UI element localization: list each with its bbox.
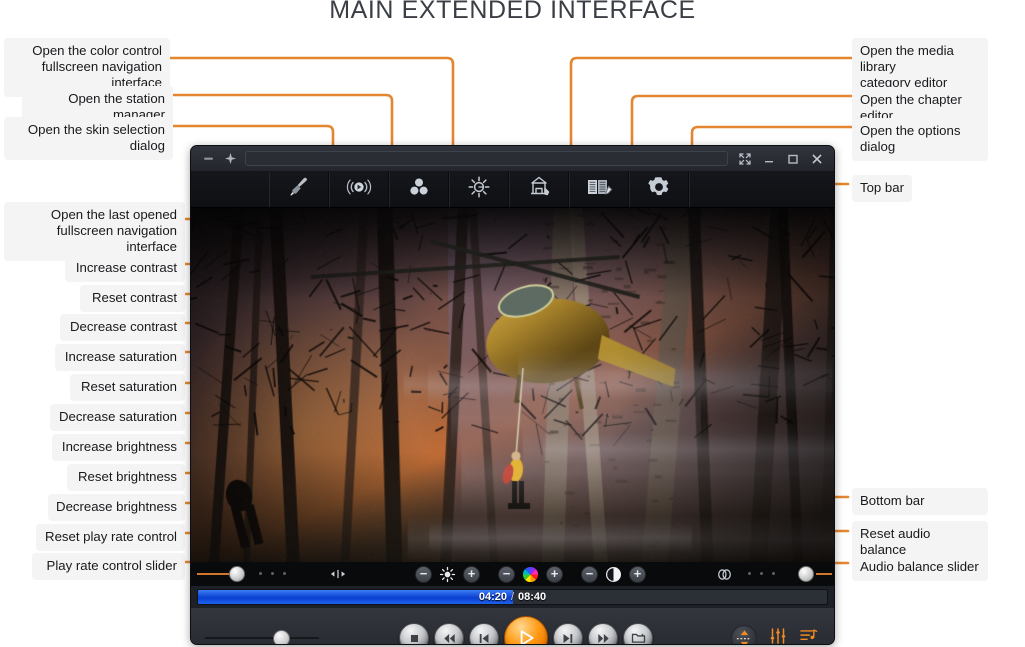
media-player-window: − + − + − + 04:20 / 08:40 [190, 145, 835, 645]
volume-knob[interactable] [273, 630, 291, 644]
toolbar-options-button[interactable] [629, 172, 689, 207]
current-time: 04:20 [478, 591, 507, 603]
bottom-bar-controls: − + − + − + [191, 562, 834, 586]
gear-icon [647, 175, 671, 204]
saturation-group: − + [498, 565, 563, 583]
callout-last-fullscreen-nav: Open the last opened fullscreen navigati… [4, 202, 185, 261]
previous-button[interactable] [469, 623, 499, 644]
titlebar-search-input[interactable] [245, 151, 728, 166]
callout-decrease-brightness: Decrease brightness [48, 494, 185, 521]
contrast-group: − + [581, 565, 646, 583]
play-rate-knob[interactable] [228, 566, 245, 582]
play-rate-control-slider[interactable] [197, 562, 327, 586]
brightness-group: − + [415, 565, 480, 583]
decrease-contrast-button[interactable]: − [581, 565, 598, 583]
callout-increase-saturation: Increase saturation [55, 344, 185, 371]
callout-bottom-bar: Bottom bar [852, 488, 988, 515]
toolbar-left-spacer [191, 172, 269, 207]
library-gazebo-icon [526, 175, 552, 204]
video-surface[interactable] [191, 208, 834, 562]
maximize-icon[interactable] [782, 149, 804, 169]
expand-icon[interactable] [734, 149, 756, 169]
broadcast-icon [346, 175, 372, 204]
paintbrush-icon [287, 175, 311, 204]
play-button[interactable] [504, 616, 548, 644]
seek-bar[interactable]: 04:20 / 08:40 [197, 589, 828, 605]
toolbar-media-library-button[interactable] [509, 172, 569, 207]
book-edit-icon [585, 175, 613, 204]
increase-saturation-button[interactable]: + [546, 565, 563, 583]
callout-decrease-contrast: Decrease contrast [60, 314, 185, 341]
audio-balance-knob[interactable] [798, 566, 815, 582]
fast-forward-button[interactable] [588, 623, 618, 644]
transport-bar [191, 608, 834, 645]
toolbar-right-spacer [689, 172, 834, 207]
sun-icon [439, 566, 456, 583]
callout-audio-balance-slider: Audio balance slider [852, 554, 988, 581]
minimize-icon[interactable] [758, 149, 780, 169]
increase-contrast-button[interactable]: + [629, 565, 646, 583]
window-buttons [734, 149, 828, 169]
color-balls-icon [407, 175, 431, 204]
volume-track [205, 637, 319, 639]
half-circle-icon [605, 566, 622, 583]
callout-reset-contrast: Reset contrast [80, 285, 185, 312]
figure-title: MAIN EXTENDED INTERFACE [329, 0, 696, 24]
decrease-brightness-button[interactable]: − [415, 565, 432, 583]
seek-bar-area: 04:20 / 08:40 [191, 586, 834, 608]
toolbar-last-nav-button[interactable] [449, 172, 509, 207]
audio-balance-ticks [748, 572, 775, 575]
color-wheel-icon [522, 566, 539, 583]
open-folder-button[interactable] [623, 623, 653, 644]
transport-buttons [321, 616, 731, 644]
volume-slider[interactable] [203, 626, 321, 644]
reset-audio-balance-button[interactable] [712, 568, 736, 581]
decrease-saturation-button[interactable]: − [498, 565, 515, 583]
time-separator: / [510, 591, 515, 603]
toolbar-station-button[interactable] [329, 172, 389, 207]
close-icon[interactable] [806, 149, 828, 169]
equalizer-icon[interactable] [769, 627, 787, 645]
callout-play-rate-slider: Play rate control slider [32, 553, 185, 580]
callout-decrease-saturation: Decrease saturation [50, 404, 185, 431]
toolbar-color-control-button[interactable] [389, 172, 449, 207]
sparkle-icon[interactable] [219, 149, 241, 169]
figure-root: MAIN EXTENDED INTERFACE Open the color c… [0, 0, 1025, 647]
toolbar-skin-button[interactable] [269, 172, 329, 207]
callout-reset-play-rate: Reset play rate control [36, 524, 185, 551]
stop-button[interactable] [399, 623, 429, 644]
minus-icon[interactable] [197, 149, 219, 169]
playlist-icon[interactable] [799, 627, 818, 644]
audio-balance-slider[interactable] [742, 562, 832, 586]
total-time: 08:40 [518, 591, 547, 603]
callout-reset-brightness: Reset brightness [67, 464, 185, 491]
player-toolbar [191, 172, 834, 208]
callout-options-dialog: Open the options dialog [852, 118, 988, 161]
brightness-nav-icon [466, 174, 492, 205]
toolbar-chapter-editor-button[interactable] [569, 172, 629, 207]
callout-reset-saturation: Reset saturation [70, 374, 185, 401]
time-display: 04:20 / 08:40 [198, 590, 827, 604]
audio-balance-track [816, 573, 832, 575]
transport-right-tools [731, 625, 818, 645]
video-frame [191, 208, 834, 562]
callout-skin-selection: Open the skin selection dialog [4, 117, 173, 160]
reset-play-rate-button[interactable] [327, 568, 349, 580]
next-button[interactable] [553, 623, 583, 644]
volume-knob-icon[interactable] [731, 625, 757, 644]
play-rate-ticks [259, 572, 286, 575]
callout-increase-contrast: Increase contrast [65, 255, 185, 282]
callout-increase-brightness: Increase brightness [52, 434, 185, 461]
window-titlebar [191, 146, 834, 172]
rewind-button[interactable] [434, 623, 464, 644]
callout-top-bar: Top bar [852, 175, 912, 202]
increase-brightness-button[interactable]: + [463, 565, 480, 583]
